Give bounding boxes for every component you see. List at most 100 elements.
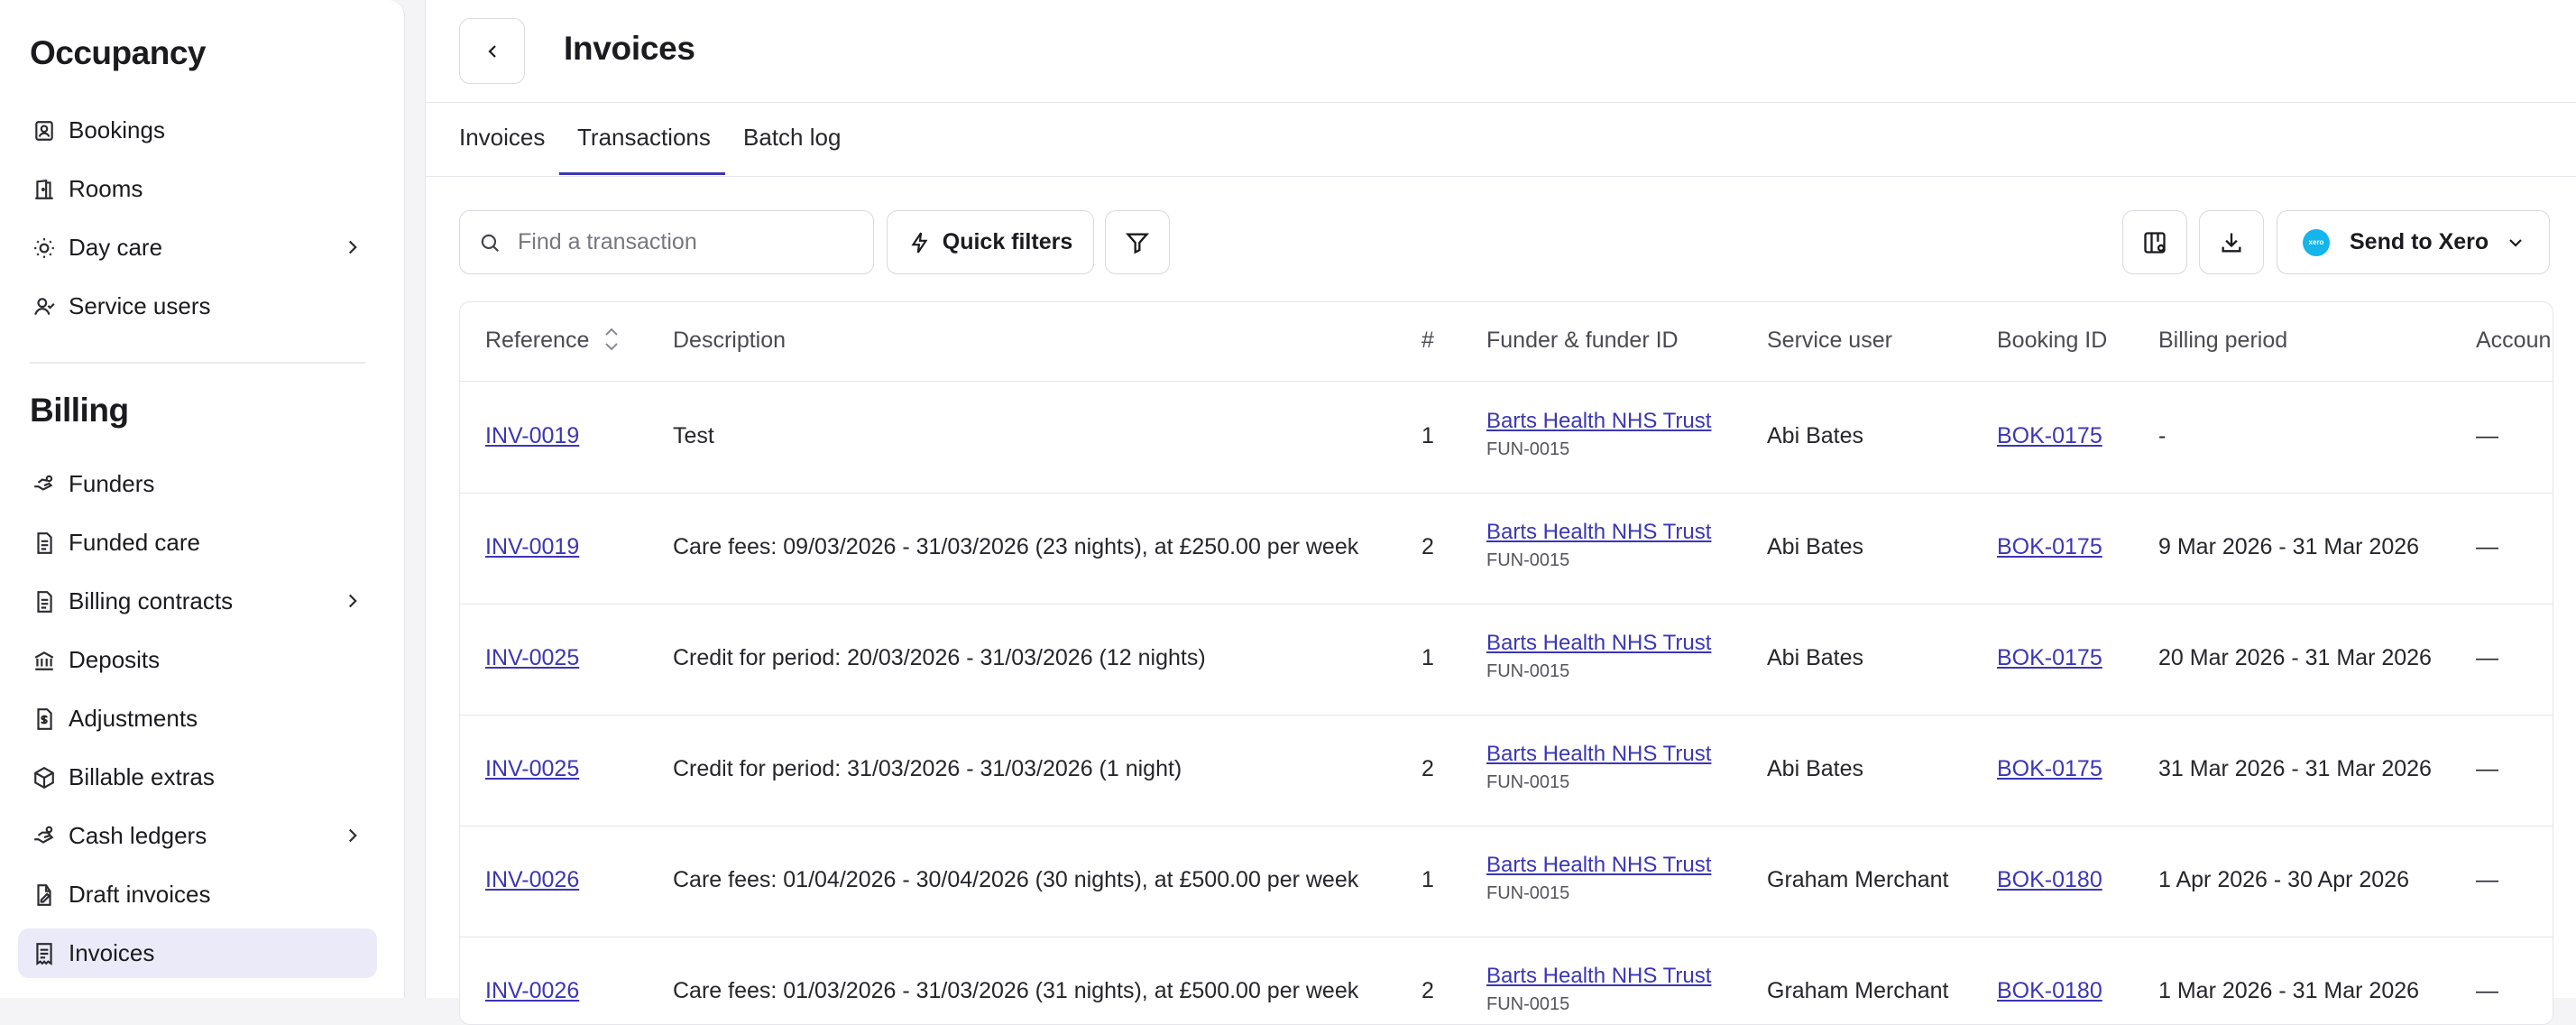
sidebar-item-label: Funders — [69, 470, 155, 497]
reference-link[interactable]: INV-0025 — [485, 645, 579, 671]
reference-link[interactable]: INV-0025 — [485, 756, 579, 782]
tab-invoices[interactable]: Invoices — [459, 124, 545, 152]
service-user-cell: Abi Bates — [1767, 423, 1864, 448]
download-button[interactable] — [2199, 210, 2264, 274]
billing-nav: Funders Funded care Billing contracts De… — [0, 459, 404, 987]
service-user-cell: Abi Bates — [1767, 756, 1864, 781]
funder-link[interactable]: Barts Health NHS Trust — [1486, 409, 1711, 434]
booking-id-link[interactable]: BOK-0175 — [1997, 534, 2102, 560]
cash-icon — [31, 823, 58, 850]
sidebar-item-deposits[interactable]: Deposits — [18, 635, 377, 685]
reference-link[interactable]: INV-0019 — [485, 423, 579, 449]
billing-period-cell: 20 Mar 2026 - 31 Mar 2026 — [2158, 645, 2432, 670]
search-box — [459, 210, 874, 274]
reference-link[interactable]: INV-0026 — [485, 867, 579, 893]
sun-icon — [31, 235, 58, 262]
document-icon — [31, 530, 58, 557]
line-number-cell: 2 — [1421, 534, 1434, 559]
service-users-icon — [31, 293, 58, 320]
chevron-right-icon — [348, 240, 357, 254]
sidebar-item-day-care[interactable]: Day care — [18, 223, 377, 272]
tab-bar: Invoices Transactions Batch log — [426, 102, 2576, 177]
line-number-cell: 1 — [1421, 867, 1434, 892]
quick-filters-button[interactable]: Quick filters — [887, 210, 1094, 274]
filter-button[interactable] — [1105, 210, 1170, 274]
sidebar-item-funders[interactable]: Funders — [18, 459, 377, 509]
booking-id-link[interactable]: BOK-0180 — [1997, 978, 2102, 1004]
sidebar-item-billing-contracts[interactable]: Billing contracts — [18, 577, 377, 626]
account-cell: — — [2476, 978, 2498, 1003]
sidebar-item-rooms[interactable]: Rooms — [18, 164, 377, 214]
sidebar-item-service-users[interactable]: Service users — [18, 282, 377, 331]
chevron-down-icon — [2509, 238, 2522, 247]
service-user-cell: Graham Merchant — [1767, 978, 1949, 1003]
download-icon — [2222, 233, 2241, 252]
sidebar-item-label: Rooms — [69, 175, 143, 202]
main-panel: Invoices Invoices Transactions Batch log… — [425, 0, 2576, 1025]
quick-filters-label: Quick filters — [942, 229, 1073, 254]
send-to-xero-button[interactable]: xero Send to Xero — [2277, 210, 2550, 274]
back-button[interactable] — [459, 18, 525, 84]
booking-id-link[interactable]: BOK-0175 — [1997, 756, 2102, 782]
box-icon — [31, 764, 58, 791]
description-cell: Test — [673, 423, 714, 448]
booking-id-link[interactable]: BOK-0175 — [1997, 423, 2102, 449]
tab-batch-log[interactable]: Batch log — [743, 124, 841, 152]
sidebar-item-label: Billable extras — [69, 763, 215, 790]
table-row[interactable]: INV-0019 Care fees: 09/03/2026 - 31/03/20… — [460, 493, 2553, 605]
line-number-cell: 2 — [1421, 756, 1434, 781]
table-row[interactable]: INV-0025 Credit for period: 31/03/2026 - … — [460, 715, 2553, 826]
column-header-account: Accoun — [2476, 328, 2552, 353]
search-input[interactable] — [516, 228, 862, 256]
reference-link[interactable]: INV-0026 — [485, 978, 579, 1004]
funder-link[interactable]: Barts Health NHS Trust — [1486, 853, 1711, 878]
sidebar-item-label: Draft invoices — [69, 881, 211, 908]
sidebar-item-invoices[interactable]: Invoices — [18, 928, 377, 978]
column-header-description: Description — [673, 328, 787, 353]
document-icon — [31, 588, 58, 615]
funder-id-cell: FUN-0015 — [1486, 994, 1570, 1014]
occupancy-nav: Bookings Rooms Day care Service users — [0, 106, 404, 340]
account-cell: — — [2476, 645, 2498, 670]
table-row[interactable]: INV-0019 Test 1 Barts Health NHS Trust FUN-0… — [460, 382, 2553, 494]
service-user-cell: Abi Bates — [1767, 534, 1864, 559]
sidebar-item-bookings[interactable]: Bookings — [18, 106, 377, 155]
sidebar-item-label: Bookings — [69, 116, 165, 143]
table-row[interactable]: INV-0026 Care fees: 01/04/2026 - 30/04/20… — [460, 826, 2553, 937]
column-header-billing-period: Billing period — [2158, 328, 2288, 353]
funder-link[interactable]: Barts Health NHS Trust — [1486, 742, 1711, 767]
xero-logo: xero — [2303, 228, 2330, 256]
sidebar-item-label: Funded care — [69, 529, 200, 556]
reference-link[interactable]: INV-0019 — [485, 534, 579, 560]
table-row[interactable]: INV-0025 Credit for period: 20/03/2026 - … — [460, 604, 2553, 716]
sidebar-item-label: Adjustments — [69, 705, 198, 732]
sidebar-item-billable-extras[interactable]: Billable extras — [18, 753, 377, 802]
draft-icon — [31, 882, 58, 909]
sidebar-item-funded-care[interactable]: Funded care — [18, 518, 377, 568]
booking-id-link[interactable]: BOK-0175 — [1997, 645, 2102, 671]
account-cell: — — [2476, 867, 2498, 892]
funder-link[interactable]: Barts Health NHS Trust — [1486, 964, 1711, 989]
sidebar-item-draft-invoices[interactable]: Draft invoices — [18, 870, 377, 919]
sidebar-item-label: Cash ledgers — [69, 822, 207, 849]
sidebar-item-adjustments[interactable]: Adjustments — [18, 694, 377, 743]
sort-icon[interactable] — [602, 324, 621, 355]
funder-id-cell: FUN-0015 — [1486, 772, 1570, 792]
tab-transactions[interactable]: Transactions — [577, 124, 711, 152]
billing-period-cell: 1 Mar 2026 - 31 Mar 2026 — [2158, 978, 2420, 1003]
sidebar-item-cash-ledgers[interactable]: Cash ledgers — [18, 811, 377, 861]
bank-icon — [31, 647, 58, 674]
funder-link[interactable]: Barts Health NHS Trust — [1486, 520, 1711, 545]
chevron-right-icon — [348, 594, 357, 608]
table-row[interactable]: INV-0026 Care fees: 01/03/2026 - 31/03/20… — [460, 937, 2553, 1024]
account-cell: — — [2476, 534, 2498, 559]
line-number-cell: 1 — [1421, 423, 1434, 448]
funder-link[interactable]: Barts Health NHS Trust — [1486, 631, 1711, 656]
funder-id-cell: FUN-0015 — [1486, 883, 1570, 903]
booking-id-link[interactable]: BOK-0180 — [1997, 867, 2102, 893]
sidebar-divider — [30, 362, 365, 364]
column-header-reference[interactable]: Reference — [485, 328, 589, 354]
columns-button[interactable] — [2122, 210, 2187, 274]
invoice-icon — [31, 940, 58, 967]
transactions-table: Reference Description # Funder & funder … — [459, 301, 2553, 1025]
